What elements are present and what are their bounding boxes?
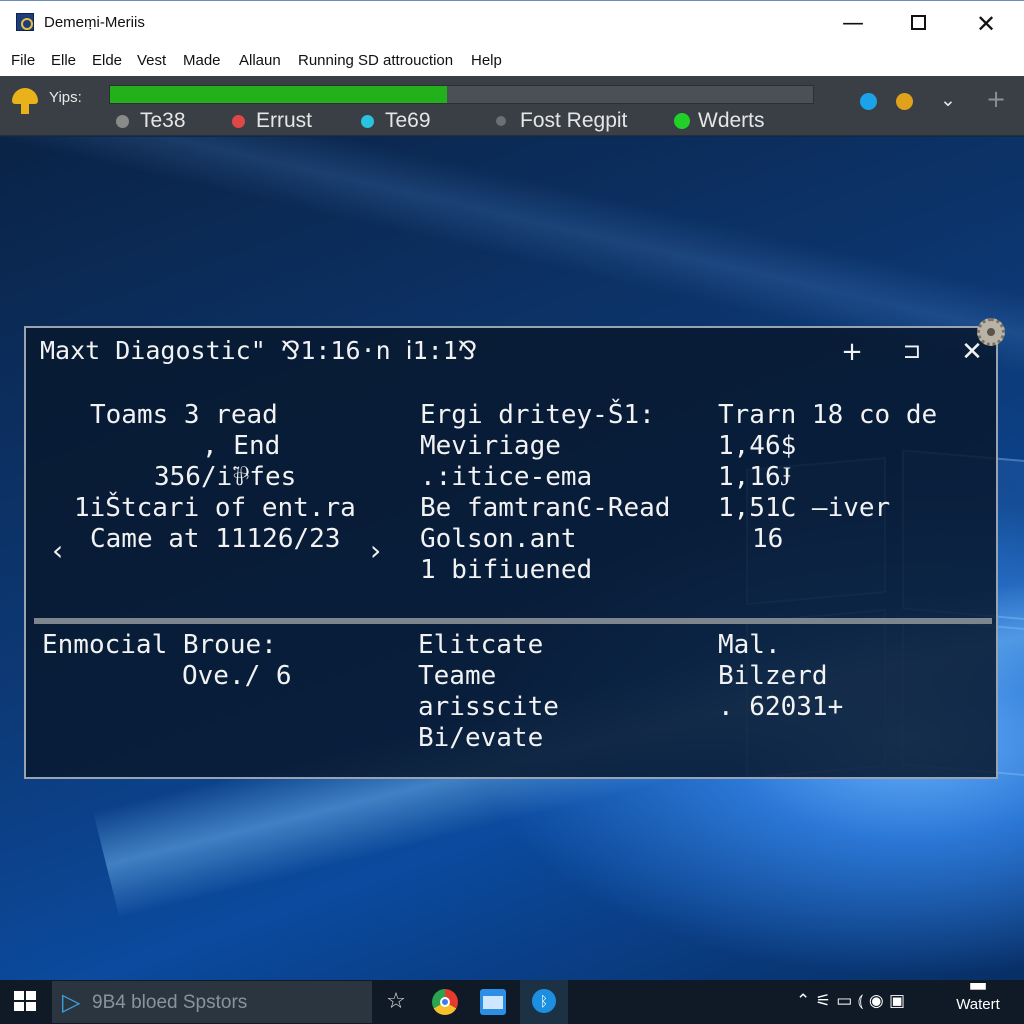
next-arrow-icon[interactable]: › [370,534,381,567]
status-dot-icon [232,115,245,128]
section2-col2-line: Teame [418,661,497,691]
menu-made[interactable]: Made [183,52,221,69]
start-button[interactable] [14,991,38,1013]
col1-line: Toams 3 read [90,400,278,430]
taskbar-clock[interactable]: ▀▀ Watert [948,984,1008,1013]
col1-line: , End [202,431,281,461]
menu-bar: File Elle Elde Vest Made Allaun Running … [0,46,1024,76]
plus-icon[interactable]: + [986,85,1006,113]
col2-line: Be famtranϾ-Read [420,493,671,523]
section2-col1-line: Ove./ 6 [182,661,292,691]
status-label: Wderts [698,109,765,132]
menu-elde[interactable]: Elde [92,52,122,69]
app-badge-icon: ᛒ [532,989,556,1013]
menu-vest[interactable]: Vest [137,52,166,69]
dialog-restore-button[interactable]: ⊐ [894,336,930,368]
col3-line: 1,16Ɉ [718,462,791,492]
col3-line: 1,51Ϲ —iver [718,493,891,523]
previous-arrow-icon[interactable]: ‹ [52,534,63,567]
col3-line: 1,46$ [718,431,797,461]
status-label: Errust [256,109,313,132]
title-bar: Demeṃi-Meriis — ✕ [0,0,1024,46]
gear-icon[interactable] [977,318,1005,346]
menu-help[interactable]: Help [471,52,502,69]
section2-col2-line: Bi/evate [418,723,544,753]
section2-col2-line: Elitcate [418,630,544,660]
section2-col1-line: Enmocial Broue: [42,630,277,660]
minimize-button[interactable]: — [833,9,873,39]
status-label: Fost Regpit [520,109,628,132]
taskbar: ▷ 9Β4 bloed Spstors ☆ ᛒ ⌃ ⚟ ▭ ⦅ ◉ ▣ ▀▀ W… [0,980,1024,1024]
col3-line: 16 [752,524,784,554]
clock-text: Watert [956,996,1000,1013]
taskbar-search-box[interactable]: ▷ 9Β4 bloed Spstors [52,981,372,1023]
badge-icon[interactable] [896,93,913,110]
system-tray-icons[interactable]: ⌃ ⚟ ▭ ⦅ ◉ ▣ [796,991,905,1011]
maximize-icon [910,14,926,30]
close-button[interactable]: ✕ [966,9,1006,39]
dialog-add-button[interactable]: + [834,336,870,368]
menu-running[interactable]: Running SD attrouction [298,52,453,69]
play-icon: ▷ [62,988,81,1016]
diagnostic-dialog: Maxt Diagostic" ⅋1:16·n ⅰ1:1⅋ + ⊐ ✕ Toam… [24,326,998,779]
progress-bar [109,85,814,104]
col1-line: 1iŠtcari of ent.ra [74,493,356,523]
section2-col2-line: arisscite [418,692,559,722]
status-label: Te69 [385,109,431,132]
section-divider [34,618,992,624]
maximize-button[interactable] [898,9,938,39]
window-title: Demeṃi-Meriis [44,14,145,31]
progress-fill [110,86,448,103]
warning-icon[interactable] [10,86,40,116]
toolbar: Yips: Te38 Errust Te69 Fost Regpit Wdert… [0,76,1024,136]
dialog-title: Maxt Diagostic" ⅋1:16·n ⅰ1:1⅋ [40,336,478,365]
section2-col3-line: . 62031+ [718,692,844,722]
mail-icon[interactable] [480,989,506,1015]
chevron-down-icon[interactable]: ⌄ [940,89,956,111]
col1-line: 356/i⅌fes [154,462,297,492]
status-dot-icon [361,115,374,128]
status-dot-icon [116,115,129,128]
app-icon [16,13,34,31]
col2-line: 1 bifiuened [420,555,593,585]
status-label: Te38 [140,109,186,132]
col2-line: Ergi dritey-Š1: [420,400,655,430]
active-app-highlight[interactable]: ᛒ [520,980,568,1024]
tips-label: Yips: [49,89,82,106]
menu-file[interactable]: File [11,52,35,69]
menu-elle[interactable]: Elle [51,52,76,69]
section2-col3-line: Bilzerd [718,661,828,691]
col1-line: Came at 11126/23 [90,524,341,554]
col3-line: Trarn 18 co de [718,400,938,430]
section2-col3-line: Mal. [718,630,781,660]
star-icon[interactable]: ☆ [383,989,409,1015]
menu-allaun[interactable]: Allaun [239,52,281,69]
search-text: 9Β4 bloed Spstors [92,992,248,1013]
col2-line: Golson.ant [420,524,577,554]
col2-line: .:itice-ema [420,462,593,492]
clock-top-icon: ▀▀ [970,984,986,996]
info-icon[interactable] [860,93,877,110]
status-dot-icon [496,116,506,126]
col2-line: Meviriage [420,431,561,461]
status-dot-icon [674,113,690,129]
chrome-icon[interactable] [432,989,458,1015]
